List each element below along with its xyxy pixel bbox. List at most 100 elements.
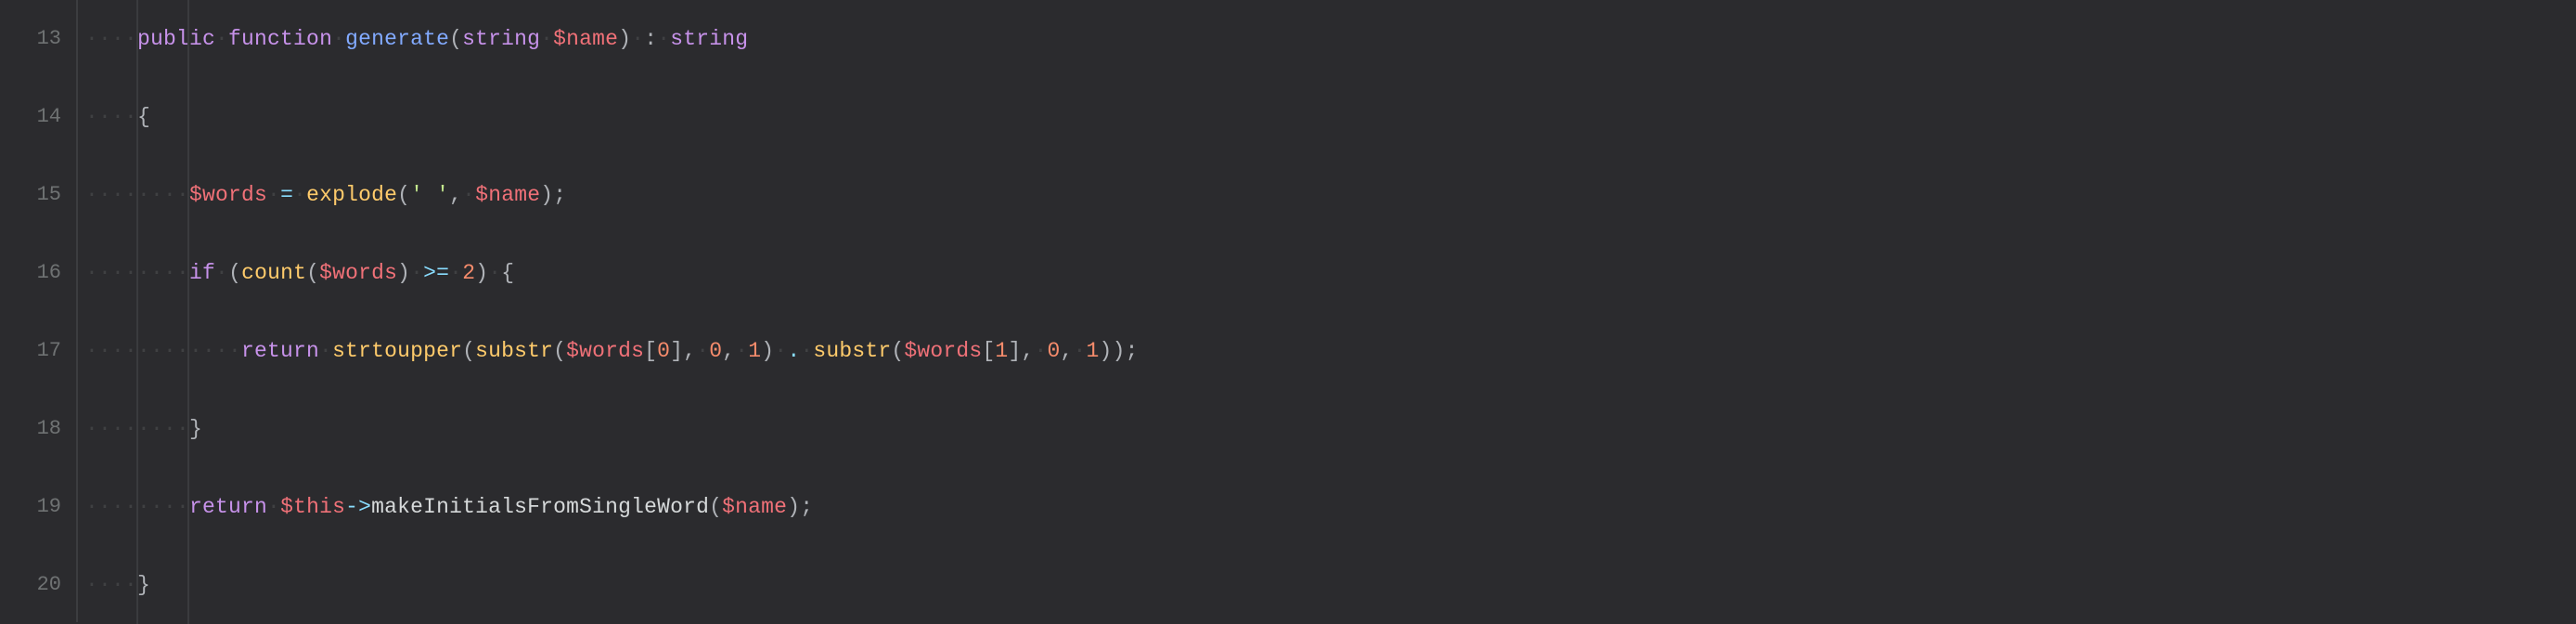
token-ws: ·: [410, 263, 423, 284]
line-number: 19: [0, 468, 61, 546]
line-number: 15: [0, 156, 61, 234]
token-kw: return: [241, 341, 319, 362]
token-var: $name: [553, 29, 618, 50]
token-ws: ·: [215, 263, 228, 284]
token-punc: ,: [1061, 341, 1074, 362]
token-ws: ·: [267, 497, 280, 518]
token-punc: }: [137, 575, 150, 596]
token-op: >=: [423, 263, 449, 284]
indent-guide: [187, 0, 189, 624]
token-ws: ·: [735, 341, 748, 362]
token-ws: ·: [332, 29, 345, 50]
token-kw: if: [189, 263, 215, 284]
token-num: 0: [709, 341, 722, 362]
token-punc: (: [462, 341, 475, 362]
token-ws: ·: [267, 185, 280, 206]
token-punc: ]: [670, 341, 683, 362]
code-line[interactable]: ········if·(count($words)·>=·2)·{: [78, 234, 2576, 312]
token-punc: ,: [449, 185, 462, 206]
token-fncall: substr: [813, 341, 891, 362]
token-ws: ·: [449, 263, 462, 284]
token-punc: ): [618, 29, 631, 50]
token-var: $words: [904, 341, 982, 362]
token-punc: [: [644, 341, 657, 362]
token-fncall: explode: [306, 185, 397, 206]
code-line[interactable]: ····}: [78, 546, 2576, 624]
token-num: 1: [995, 341, 1008, 362]
token-num: 1: [1087, 341, 1100, 362]
token-punc: (: [891, 341, 904, 362]
token-ws: ·: [1074, 341, 1087, 362]
token-ws: ·: [319, 341, 332, 362]
token-punc: (: [228, 263, 241, 284]
token-punc: ): [1100, 341, 1113, 362]
token-num: 2: [462, 263, 475, 284]
token-type: string: [462, 29, 540, 50]
line-number: 13: [0, 0, 61, 78]
token-punc: ,: [1021, 341, 1034, 362]
token-str: ' ': [410, 185, 449, 206]
token-kw: function: [228, 29, 332, 50]
token-method: makeInitialsFromSingleWord: [371, 497, 709, 518]
token-punc: ;: [553, 185, 566, 206]
indent-guide: [136, 0, 138, 624]
token-num: 0: [657, 341, 670, 362]
token-ws: ·: [800, 341, 813, 362]
token-punc: ): [787, 497, 800, 518]
token-punc: ): [540, 185, 553, 206]
token-op: =: [280, 185, 293, 206]
token-punc: }: [189, 419, 202, 440]
token-var: $name: [722, 497, 787, 518]
token-fncall: substr: [475, 341, 553, 362]
token-punc: ): [475, 263, 488, 284]
token-punc: (: [449, 29, 462, 50]
token-ws: ·: [540, 29, 553, 50]
token-ws: ·: [774, 341, 787, 362]
token-punc: ): [1113, 341, 1126, 362]
token-punc: (: [553, 341, 566, 362]
token-kw: return: [189, 497, 267, 518]
token-punc: ;: [1126, 341, 1139, 362]
token-ws: ·: [657, 29, 670, 50]
indent-whitespace: ····: [85, 107, 137, 128]
line-number: 14: [0, 78, 61, 156]
code-line[interactable]: ············return·strtoupper(substr($wo…: [78, 312, 2576, 390]
token-punc: :: [644, 29, 657, 50]
token-punc: (: [397, 185, 410, 206]
token-punc: ,: [722, 341, 735, 362]
token-ws: ·: [293, 185, 306, 206]
token-var: $name: [475, 185, 540, 206]
code-line[interactable]: ········$words·=·explode(' ',·$name);: [78, 156, 2576, 234]
token-punc: [: [982, 341, 995, 362]
token-fncall: strtoupper: [332, 341, 462, 362]
token-punc: (: [306, 263, 319, 284]
line-number-gutter: 1314151617181920: [0, 0, 76, 622]
token-var: $words: [319, 263, 397, 284]
token-punc: ]: [1008, 341, 1021, 362]
token-ws: ·: [696, 341, 709, 362]
token-ws: ·: [488, 263, 501, 284]
token-punc: {: [137, 107, 150, 128]
token-punc: ): [761, 341, 774, 362]
token-punc: ): [397, 263, 410, 284]
indent-whitespace: ····: [85, 29, 137, 50]
code-line[interactable]: ········}: [78, 390, 2576, 468]
token-ws: ·: [215, 29, 228, 50]
indent-whitespace: ····: [85, 575, 137, 596]
token-ws: ·: [462, 185, 475, 206]
code-area[interactable]: ····public·function·generate(string·$nam…: [76, 0, 2576, 622]
token-ws: ·: [631, 29, 644, 50]
token-punc: {: [501, 263, 514, 284]
line-number: 20: [0, 546, 61, 624]
code-editor[interactable]: 1314151617181920 ····public·function·gen…: [0, 0, 2576, 622]
token-punc: (: [709, 497, 722, 518]
line-number: 17: [0, 312, 61, 390]
token-fn: generate: [345, 29, 449, 50]
token-fncall: count: [241, 263, 306, 284]
code-line[interactable]: ········return·$this->makeInitialsFromSi…: [78, 468, 2576, 546]
token-punc: ,: [683, 341, 696, 362]
token-op: ->: [345, 497, 371, 518]
code-line[interactable]: ····{: [78, 78, 2576, 156]
code-line[interactable]: ····public·function·generate(string·$nam…: [78, 0, 2576, 78]
token-type: string: [670, 29, 748, 50]
